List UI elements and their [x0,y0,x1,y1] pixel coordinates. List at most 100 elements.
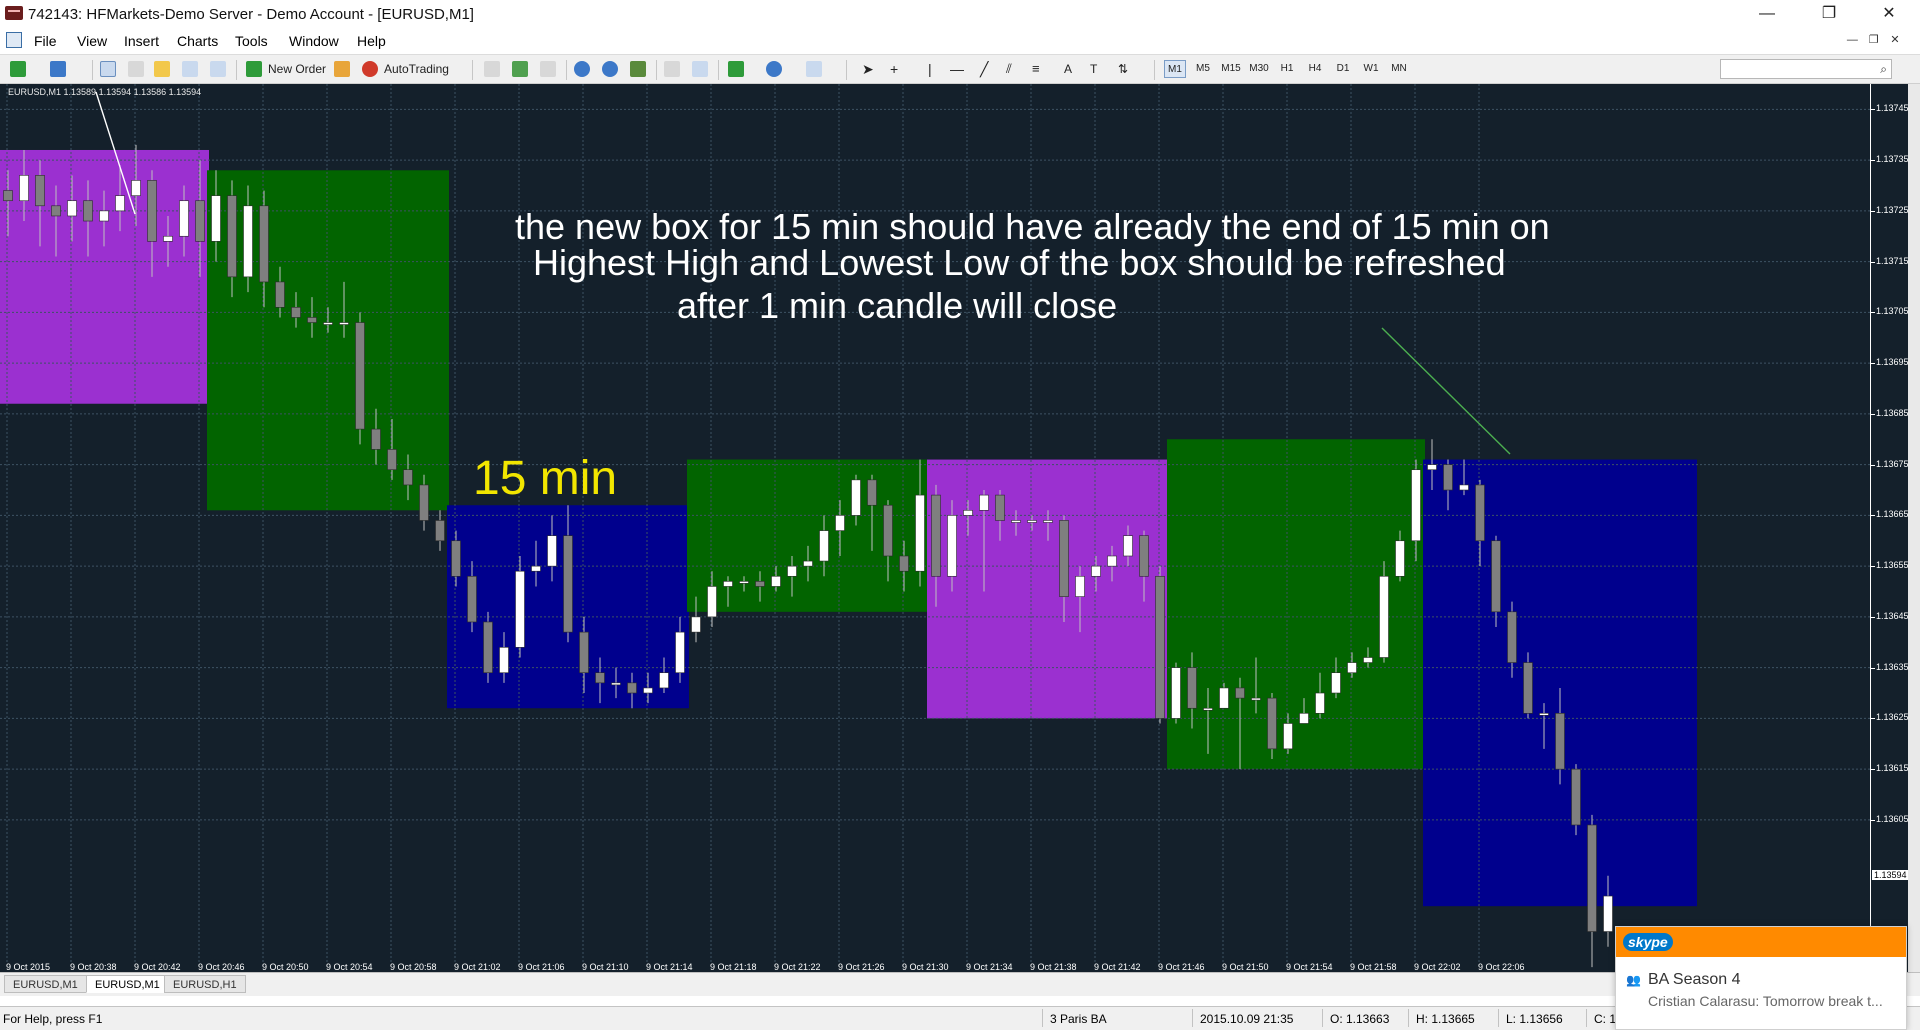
candle-body-66 [1059,520,1069,597]
menu-help[interactable]: Help [357,33,386,49]
time-tick-label: 9 Oct 21:42 [1094,962,1141,972]
tab-eurusd-h1[interactable]: EURUSD,H1 [164,975,246,993]
horizontal-line-icon[interactable]: — [950,60,964,78]
mdi-minimize-icon[interactable]: — [1843,34,1861,46]
autoscroll-icon[interactable] [692,61,708,77]
metaeditor-icon[interactable] [334,61,350,77]
candle-body-13 [211,195,221,242]
periods-icon[interactable] [766,61,782,77]
crosshair-move-icon[interactable] [128,61,144,77]
price-tick [1871,413,1875,415]
candle-body-16 [259,205,269,283]
candle-body-68 [1091,565,1101,577]
timeframe-m5[interactable]: M5 [1192,60,1214,78]
timeframe-d1[interactable]: D1 [1332,60,1354,78]
time-tick-label: 9 Oct 21:54 [1286,962,1333,972]
new-chart-icon[interactable] [10,61,26,77]
time-tick-label: 9 Oct 21:26 [838,962,885,972]
tile-windows-icon[interactable] [630,61,646,77]
time-tick-label: 9 Oct 20:50 [262,962,309,972]
tab-eurusd-m1-a[interactable]: EURUSD,M1 [4,975,87,993]
timeframe-w1[interactable]: W1 [1360,60,1382,78]
vertical-line-icon[interactable]: | [928,60,932,78]
trendline-icon[interactable]: ╱ [980,60,988,78]
profiles-icon[interactable] [50,61,66,77]
cursor-icon[interactable]: ➤ [862,60,874,78]
tester-icon[interactable] [210,61,226,77]
line-chart-icon[interactable] [540,61,556,77]
candle-body-92 [1475,484,1485,542]
candle-body-81 [1299,713,1309,724]
candle-body-56 [899,555,909,572]
indicators-icon[interactable] [728,61,744,77]
new-order-button[interactable]: New Order [268,60,326,78]
candle-body-5 [83,200,93,222]
equidistant-channel-icon[interactable]: ⫽ [1006,60,1012,78]
candle-body-89 [1427,464,1437,471]
candle-body-74 [1187,667,1197,709]
candlestick-icon[interactable] [512,61,528,77]
menu-tools[interactable]: Tools [235,33,268,49]
price-chart[interactable]: the new box for 15 min should have alrea… [0,84,1870,972]
close-button[interactable]: ✕ [1866,0,1912,28]
candle-body-52 [835,515,845,531]
candle-body-10 [163,235,173,242]
timeframe-m30[interactable]: M30 [1248,60,1270,78]
menu-file[interactable]: File [34,33,57,49]
crosshair-icon[interactable]: + [890,60,898,78]
arrows-icon[interactable]: ⇅ [1118,60,1128,78]
right-scrollbar[interactable] [1908,84,1920,972]
autotrading-button[interactable]: AutoTrading [384,60,449,78]
skype-logo: skype [1623,933,1673,951]
time-tick-label: 9 Oct 21:14 [646,962,693,972]
timeframe-mn[interactable]: MN [1388,60,1410,78]
candle-body-1 [19,175,29,202]
chart-area[interactable]: the new box for 15 min should have alrea… [0,84,1920,972]
menu-insert[interactable]: Insert [124,33,159,49]
candle-body-85 [1363,657,1373,663]
search-input[interactable]: ⌕ [1720,59,1892,79]
timeframe-h1[interactable]: H1 [1276,60,1298,78]
candle-body-6 [99,210,109,222]
new-order-icon[interactable] [246,61,262,77]
zoom-out-icon[interactable] [602,61,618,77]
templates-icon[interactable] [806,61,822,77]
menu-window[interactable]: Window [289,33,339,49]
bar-chart-icon[interactable] [484,61,500,77]
zoom-in-icon[interactable] [574,61,590,77]
restore-button[interactable]: ❐ [1806,0,1852,28]
candle-body-95 [1523,662,1533,714]
mdi-restore-icon[interactable]: ❐ [1865,33,1883,46]
skype-notification[interactable]: skype 👥 BA Season 4 Cristian Calarasu: T… [1615,926,1907,1030]
timeframe-m1[interactable]: M1 [1164,60,1186,78]
candle-body-80 [1283,723,1293,750]
chart-window-icon[interactable] [6,32,22,48]
chart-symbol-label: EURUSD,M1 1.13589 1.13594 1.13586 1.1359… [8,87,201,97]
status-open: O: 1.13663 [1330,1012,1390,1026]
minimize-button[interactable]: — [1744,0,1790,28]
candle-body-67 [1075,575,1085,597]
fibonacci-icon[interactable]: ≡ [1032,60,1040,78]
search-icon[interactable]: ⌕ [1880,62,1887,77]
timeframe-m15[interactable]: M15 [1220,60,1242,78]
candle-body-38 [611,682,621,686]
market-watch-icon[interactable] [100,61,116,77]
menu-charts[interactable]: Charts [177,33,218,49]
candle-body-50 [803,560,813,567]
terminal-icon[interactable] [182,61,198,77]
navigator-icon[interactable] [154,61,170,77]
price-tick [1871,616,1875,618]
mdi-close-icon[interactable]: ✕ [1886,33,1904,46]
time-tick-label: 9 Oct 20:38 [70,962,117,972]
skype-header: skype [1616,927,1906,957]
menu-view[interactable]: View [77,33,107,49]
chart-shift-icon[interactable] [664,61,680,77]
autotrading-icon[interactable] [362,61,378,77]
price-tick [1871,363,1875,365]
candle-body-58 [931,494,941,577]
price-tick [1871,312,1875,314]
timeframe-h4[interactable]: H4 [1304,60,1326,78]
tab-eurusd-m1-b[interactable]: EURUSD,M1 [86,975,169,993]
text-label-icon[interactable]: T [1090,60,1097,78]
text-icon[interactable]: A [1064,60,1072,78]
